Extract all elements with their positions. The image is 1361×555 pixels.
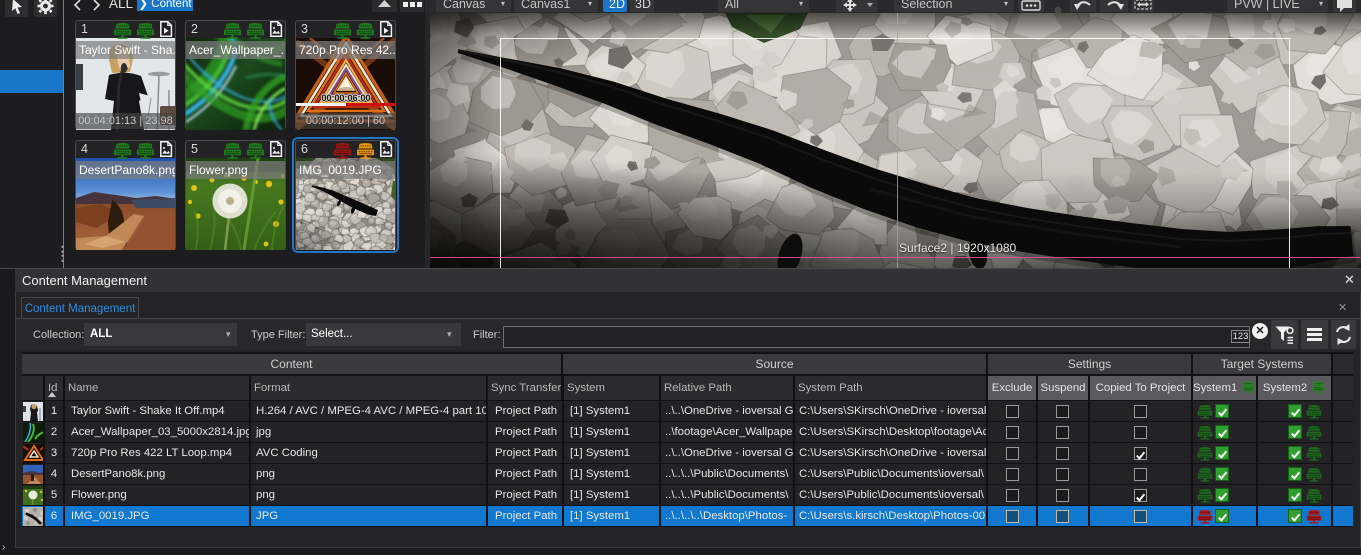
svg-text:00:00:06:00: 00:00:06:00 (321, 93, 370, 103)
